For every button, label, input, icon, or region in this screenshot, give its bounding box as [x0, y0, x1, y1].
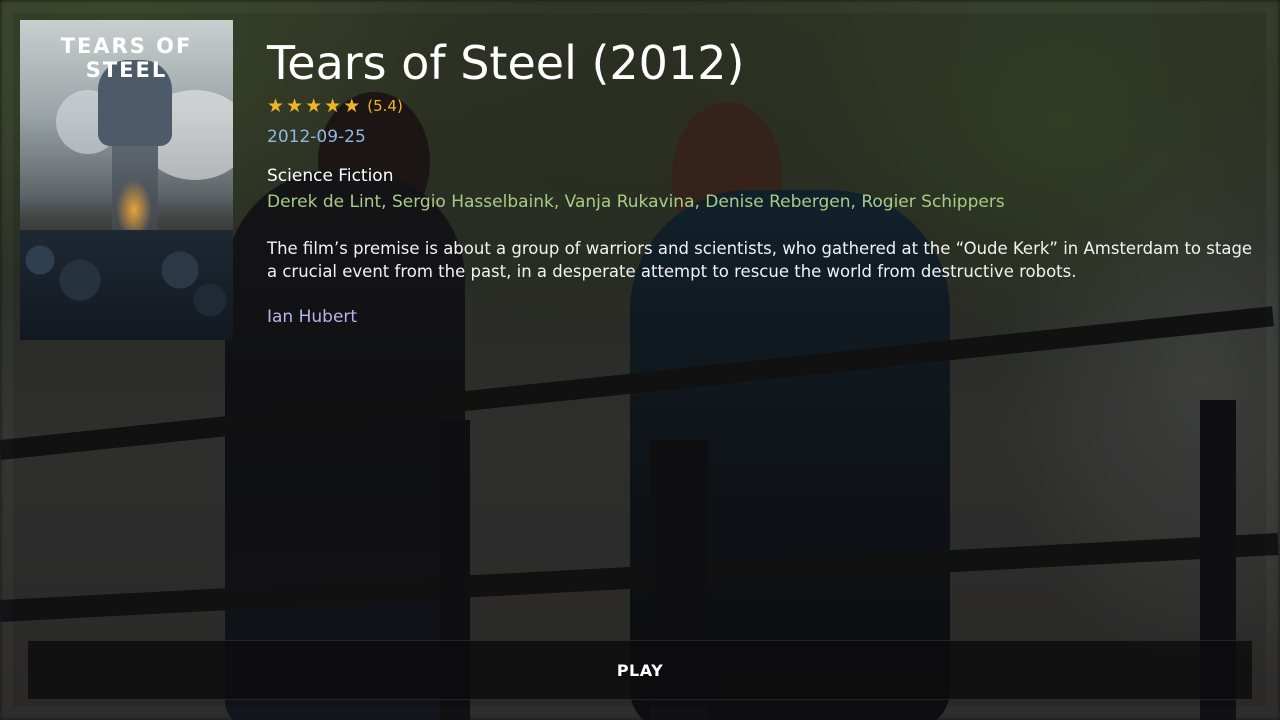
- movie-details-screen: TEARS OF STEEL Tears of Steel (2012) ★ ★…: [0, 0, 1280, 720]
- genre: Science Fiction: [267, 166, 394, 186]
- release-date: 2012-09-25: [267, 127, 366, 147]
- star-icon: ★: [305, 95, 323, 117]
- director: Ian Hubert: [267, 307, 358, 327]
- poster-title-logo: TEARS OF STEEL: [60, 34, 193, 82]
- play-button[interactable]: PLAY: [27, 640, 1253, 700]
- rating: ★ ★ ★ ★ ★ (5.4): [267, 96, 403, 116]
- movie-title: Tears of Steel (2012): [267, 36, 745, 90]
- play-button-label: PLAY: [616, 660, 664, 680]
- poster-rubble: [20, 230, 233, 340]
- star-icon: ★: [343, 95, 361, 117]
- cast-list: Derek de Lint, Sergio Hasselbaink, Vanja…: [267, 192, 1005, 212]
- star-icon: ★: [286, 95, 304, 117]
- movie-poster: TEARS OF STEEL: [20, 20, 233, 340]
- star-icon: ★: [324, 95, 342, 117]
- overview: The film’s premise is about a group of w…: [267, 239, 1253, 281]
- star-icon: ★: [267, 95, 285, 117]
- rating-value: (5.4): [367, 97, 403, 115]
